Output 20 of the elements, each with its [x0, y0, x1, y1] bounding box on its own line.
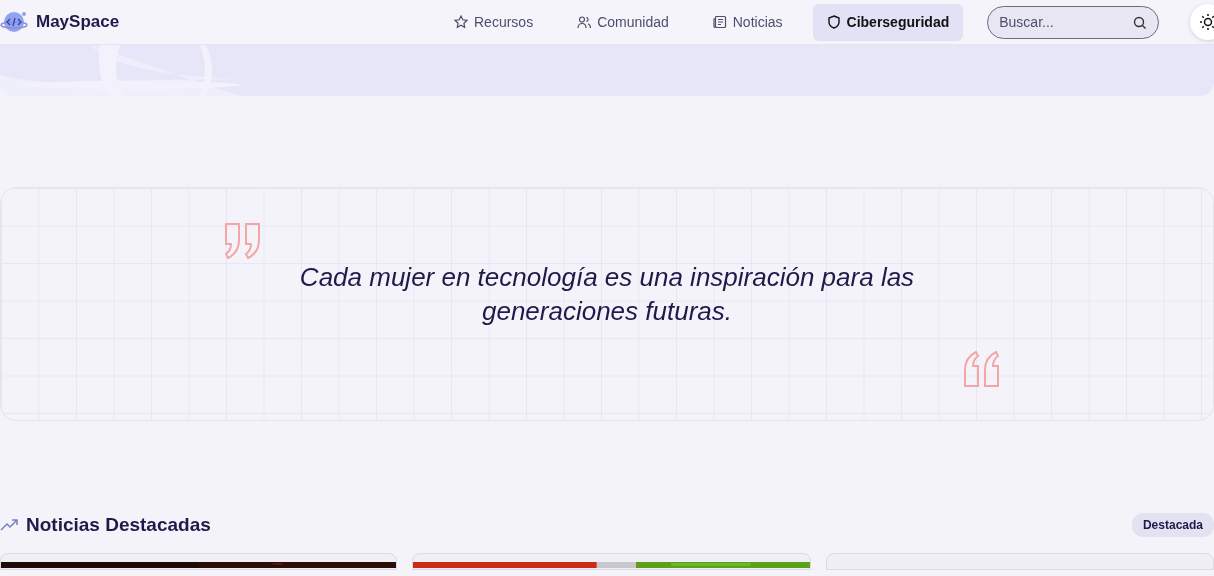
newspaper-icon [712, 15, 727, 29]
quote-icon [961, 350, 1001, 388]
nav-tab[interactable]: Ciberseguridad [812, 3, 964, 41]
shield-icon [826, 15, 841, 29]
star-icon [454, 15, 468, 29]
brand-name[interactable]: MaySpace [36, 9, 120, 35]
nav-tab[interactable]: Recursos [440, 3, 548, 41]
featured-tag: Destacada [1131, 513, 1214, 537]
nav-tab[interactable]: Comunidad [563, 3, 683, 41]
section-title: Noticias Destacadas [26, 513, 211, 537]
trending-icon [0, 519, 18, 531]
search-icon[interactable] [1133, 15, 1148, 30]
search-field[interactable]: Buscar... [987, 5, 1160, 39]
users-icon [577, 15, 592, 29]
nav-tab[interactable]: Noticias [698, 3, 797, 41]
logo-icon [0, 9, 28, 35]
sun-icon [1199, 13, 1214, 31]
quote-icon [223, 222, 263, 260]
news-card[interactable] [0, 553, 397, 570]
quote-text: Cada mujer en tecnología es una inspiración para las generaciones futuras. [298, 260, 916, 328]
